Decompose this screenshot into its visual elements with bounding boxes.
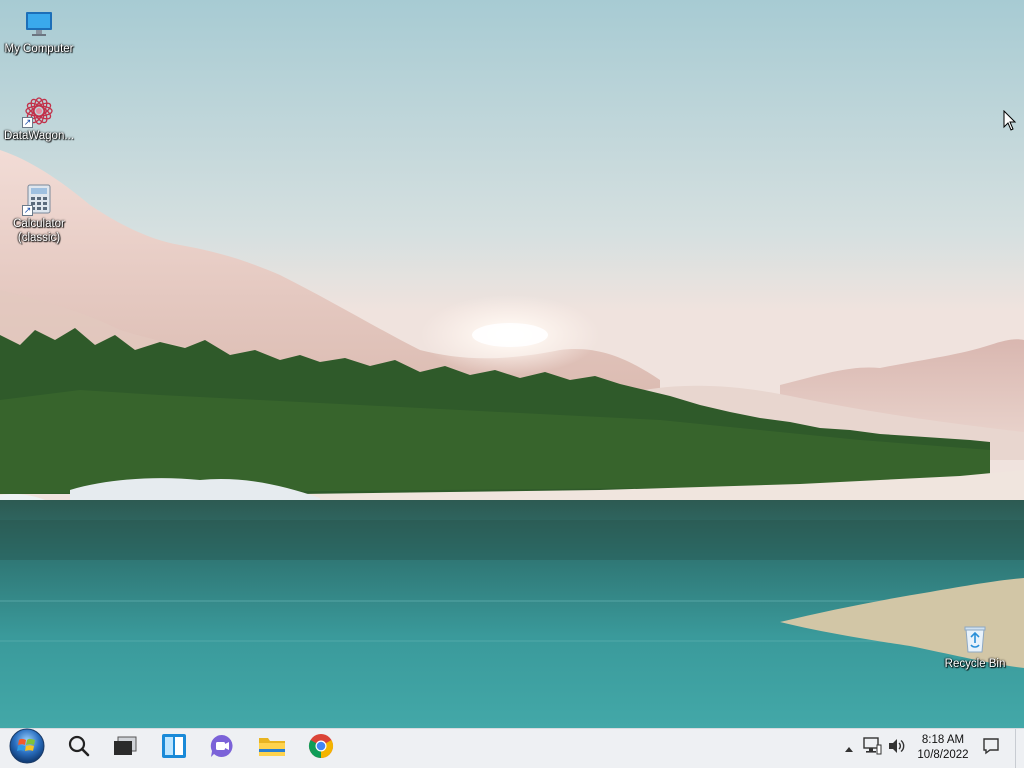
- computer-icon: [23, 8, 55, 40]
- chevron-up-icon: [844, 740, 854, 758]
- recycle-bin-icon: [959, 623, 991, 655]
- shortcut-arrow-icon: ↗: [22, 205, 33, 216]
- desktop-icon-label: My Computer: [4, 43, 74, 55]
- desktop-icon-datawagon[interactable]: ↗ DataWagon...: [0, 95, 78, 143]
- show-desktop-button[interactable]: [1015, 729, 1024, 768]
- desktop-icon-my-computer[interactable]: My Computer: [0, 8, 78, 56]
- folder-icon: [258, 734, 286, 763]
- mouse-cursor-icon: [1003, 109, 1017, 137]
- network-icon: [862, 737, 882, 760]
- show-hidden-icons-button[interactable]: [840, 729, 858, 768]
- widgets-button[interactable]: [151, 729, 197, 768]
- clock-date: 10/8/2022: [917, 749, 969, 761]
- desktop-icon-label: DataWagon...: [4, 130, 74, 142]
- windows-orb-icon: [8, 727, 46, 770]
- file-explorer-button[interactable]: [249, 729, 295, 768]
- datawagon-icon: ↗: [22, 95, 55, 128]
- search-icon: [67, 734, 91, 763]
- volume-icon: [887, 737, 907, 760]
- notification-center-button[interactable]: [979, 729, 1003, 768]
- notification-icon: [982, 737, 1000, 760]
- calculator-icon: ↗: [22, 183, 55, 216]
- volume-tray-button[interactable]: [885, 729, 909, 768]
- chrome-icon: [308, 733, 334, 764]
- desktop-icon-label: Calculator (classic): [13, 218, 65, 244]
- start-button[interactable]: [4, 727, 50, 770]
- taskbar-clock[interactable]: 8:18 AM 10/8/2022: [908, 733, 978, 763]
- network-tray-button[interactable]: [860, 729, 884, 768]
- clock-time: 8:18 AM: [921, 734, 965, 746]
- desktop-icon-recycle-bin[interactable]: Recycle Bin: [936, 623, 1014, 671]
- taskbar: 8:18 AM 10/8/2022: [0, 728, 1024, 768]
- chat-button[interactable]: [199, 729, 245, 768]
- task-view-icon: [112, 735, 138, 762]
- task-view-button[interactable]: [102, 729, 148, 768]
- desktop-icon-label: Recycle Bin: [944, 658, 1006, 670]
- desktop-wallpaper: [0, 0, 1024, 728]
- chrome-button[interactable]: [298, 729, 344, 768]
- widgets-icon: [161, 733, 187, 764]
- teams-chat-icon: [209, 733, 235, 764]
- shortcut-arrow-icon: ↗: [22, 117, 33, 128]
- search-button[interactable]: [56, 729, 102, 768]
- desktop-icon-calculator[interactable]: ↗ Calculator (classic): [0, 183, 78, 245]
